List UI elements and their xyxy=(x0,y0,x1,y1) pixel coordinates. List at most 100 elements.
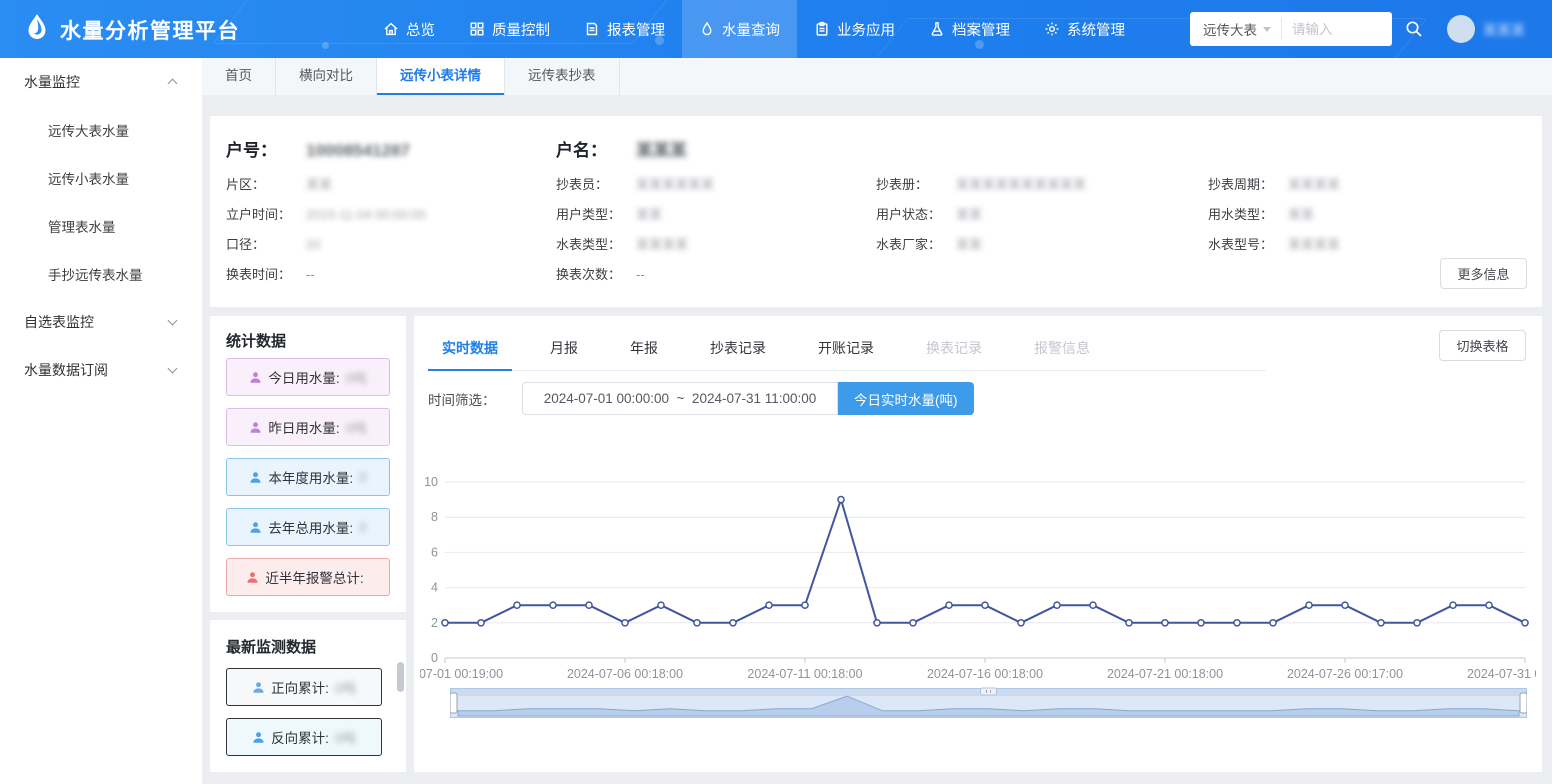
tab-remote-meter-reading[interactable]: 远传表抄表 xyxy=(505,58,620,95)
water-use-type-field: 用水类型：某某 xyxy=(1208,204,1314,223)
sidebar-item-remote-small-meter[interactable]: 远传小表水量 xyxy=(0,154,202,202)
sidebar-group-water-data-subscription[interactable]: 水量数据订阅 xyxy=(0,346,202,394)
gear-icon xyxy=(1044,21,1060,37)
person-icon xyxy=(249,471,262,484)
search-category-dropdown[interactable]: 远传大表 xyxy=(1190,18,1282,40)
grid-icon xyxy=(469,21,485,37)
app-title: 水量分析管理平台 xyxy=(60,15,240,45)
tab-meter-change-records[interactable]: 换表记录 xyxy=(912,332,996,370)
tab-home[interactable]: 首页 xyxy=(202,58,276,95)
svg-text:2024-07-06 00:18:00: 2024-07-06 00:18:00 xyxy=(567,667,683,681)
menu-item-archive-management[interactable]: 档案管理 xyxy=(912,0,1027,58)
person-icon xyxy=(252,731,265,744)
time-filter-label: 时间筛选： xyxy=(420,389,522,409)
svg-text:2024-07-21 00:18:00: 2024-07-21 00:18:00 xyxy=(1107,667,1223,681)
report-icon xyxy=(584,21,600,37)
meter-change-date-field: 换表时间：-- xyxy=(226,264,315,283)
person-icon xyxy=(249,421,262,434)
svg-text:4: 4 xyxy=(431,581,438,595)
tab-remote-small-meter-detail[interactable]: 远传小表详情 xyxy=(377,58,505,95)
svg-text:2024-07-31 00:17:00: 2024-07-31 00:17:00 xyxy=(1467,667,1536,681)
home-icon xyxy=(383,21,399,37)
sidebar-group-custom-meter-monitoring[interactable]: 自选表监控 xyxy=(0,298,202,346)
sidebar-item-management-meter[interactable]: 管理表水量 xyxy=(0,202,202,250)
detail-chart-card: 实时数据 月报 年报 抄表记录 开账记录 换表记录 报警信息 切换表格 时间筛选… xyxy=(414,316,1542,772)
tab-horizontal-compare[interactable]: 横向对比 xyxy=(276,58,377,95)
latest-monitoring-title: 最新监测数据 xyxy=(226,636,316,657)
stat-last-year-usage: 去年总用水量:0 xyxy=(226,508,390,546)
menu-item-overview[interactable]: 总览 xyxy=(366,0,452,58)
user-status-field: 用户状态：某某 xyxy=(876,204,982,223)
latest-monitoring-card: 最新监测数据 正向累计:0吨 反向累计:0吨 xyxy=(210,620,406,772)
svg-text:0: 0 xyxy=(431,651,438,665)
menu-item-system-management[interactable]: 系统管理 xyxy=(1027,0,1142,58)
panel-scrollbar[interactable] xyxy=(397,662,404,692)
person-icon xyxy=(249,521,262,534)
chart-datazoom-slider[interactable] xyxy=(450,687,1527,719)
customer-name-value: 某某某 xyxy=(636,141,687,160)
menu-item-business-application[interactable]: 业务应用 xyxy=(797,0,912,58)
svg-text:2024-07-01 00:19:00: 2024-07-01 00:19:00 xyxy=(420,667,503,681)
meter-reader-field: 抄表员：某某某某某某 xyxy=(556,174,714,193)
switch-table-button[interactable]: 切换表格 xyxy=(1439,330,1526,361)
meter-manufacturer-field: 水表厂家：某某 xyxy=(876,234,982,253)
tab-alarm-info[interactable]: 报警信息 xyxy=(1020,332,1104,370)
search-input[interactable] xyxy=(1282,22,1392,37)
navbar-decoration xyxy=(322,42,329,49)
main-menu: 总览 质量控制 报表管理 水量查询 业务应用 档案管理 xyxy=(366,0,1142,58)
svg-text:2024-07-26 00:17:00: 2024-07-26 00:17:00 xyxy=(1287,667,1403,681)
date-range-input[interactable] xyxy=(522,382,838,415)
page-tab-bar: 首页 横向对比 远传小表详情 远传表抄表 xyxy=(202,58,1552,95)
tab-billing-records[interactable]: 开账记录 xyxy=(804,332,888,370)
tab-monthly-report[interactable]: 月报 xyxy=(536,332,592,370)
meter-book-field: 抄表册：某某某某某某某某某某 xyxy=(876,174,1086,193)
flask-icon xyxy=(929,21,945,37)
stat-year-usage: 本年度用水量:0 xyxy=(226,458,390,496)
sidebar-item-manual-remote-meter[interactable]: 手抄远传表水量 xyxy=(0,250,202,298)
customer-info-card: 户号：10008541287 户名：某某某 片区：某某 抄表员：某某某某某某 抄… xyxy=(210,116,1542,307)
today-realtime-water-button[interactable]: 今日实时水量(吨) xyxy=(838,382,974,415)
tab-meter-reading-records[interactable]: 抄表记录 xyxy=(696,332,780,370)
time-filter-row: 时间筛选： 今日实时水量(吨) xyxy=(420,382,974,415)
svg-text:2024-07-11 00:18:00: 2024-07-11 00:18:00 xyxy=(747,667,862,681)
menu-item-report-management[interactable]: 报表管理 xyxy=(567,0,682,58)
account-number-value: 10008541287 xyxy=(306,141,410,160)
stat-reverse-total: 反向累计:0吨 xyxy=(226,718,382,756)
tab-yearly-report[interactable]: 年报 xyxy=(616,332,672,370)
user-avatar[interactable] xyxy=(1447,15,1475,43)
more-info-button[interactable]: 更多信息 xyxy=(1440,258,1527,289)
svg-text:2: 2 xyxy=(431,616,438,630)
statistics-card: 统计数据 今日用水量:0吨 昨日用水量:0吨 本年度用水量:0 去年总用水量:0… xyxy=(210,316,406,612)
meter-type-field: 水表类型：某某某某 xyxy=(556,234,688,253)
svg-text:2024-07-16 00:18:00: 2024-07-16 00:18:00 xyxy=(927,667,1043,681)
top-navbar: 水量分析管理平台 总览 质量控制 报表管理 水量查询 业务应用 xyxy=(0,0,1552,58)
person-icon xyxy=(249,371,262,384)
customer-name-field: 户名：某某某 xyxy=(556,136,687,161)
left-sidebar: 水量监控 远传大表水量 远传小表水量 管理表水量 手抄远传表水量 自选表监控 水… xyxy=(0,58,202,784)
meter-model-field: 水表型号：某某某某 xyxy=(1208,234,1340,253)
search-icon[interactable] xyxy=(1404,19,1424,44)
menu-item-quality-control[interactable]: 质量控制 xyxy=(452,0,567,58)
account-number-field: 户号：10008541287 xyxy=(226,136,410,161)
sidebar-item-remote-large-meter[interactable]: 远传大表水量 xyxy=(0,106,202,154)
caliber-field: 口径：20 xyxy=(226,234,320,253)
stat-forward-total: 正向累计:0吨 xyxy=(226,668,382,706)
detail-tab-bar: 实时数据 月报 年报 抄表记录 开账记录 换表记录 报警信息 xyxy=(428,332,1266,371)
sidebar-group-water-monitoring[interactable]: 水量监控 xyxy=(0,58,202,106)
svg-text:8: 8 xyxy=(431,510,438,524)
water-drop-icon xyxy=(699,21,715,37)
meter-change-count-field: 换表次数：-- xyxy=(556,264,645,283)
svg-text:10: 10 xyxy=(424,475,438,489)
global-search-box: 远传大表 xyxy=(1190,12,1392,46)
realtime-line-chart[interactable]: 0 2 4 6 8 10 2024-07-01 00:19:00 2024-07-06 00:… xyxy=(420,456,1536,686)
chevron-up-icon xyxy=(168,79,178,89)
statistics-title: 统计数据 xyxy=(226,330,286,351)
district-field: 片区：某某 xyxy=(226,174,332,193)
svg-text:6: 6 xyxy=(431,545,438,559)
chevron-down-icon xyxy=(168,364,178,374)
menu-item-water-query[interactable]: 水量查询 xyxy=(682,0,797,58)
tab-realtime-data[interactable]: 实时数据 xyxy=(428,332,512,371)
chevron-down-icon xyxy=(168,316,178,326)
chevron-down-icon xyxy=(1263,27,1271,32)
person-icon xyxy=(252,681,265,694)
